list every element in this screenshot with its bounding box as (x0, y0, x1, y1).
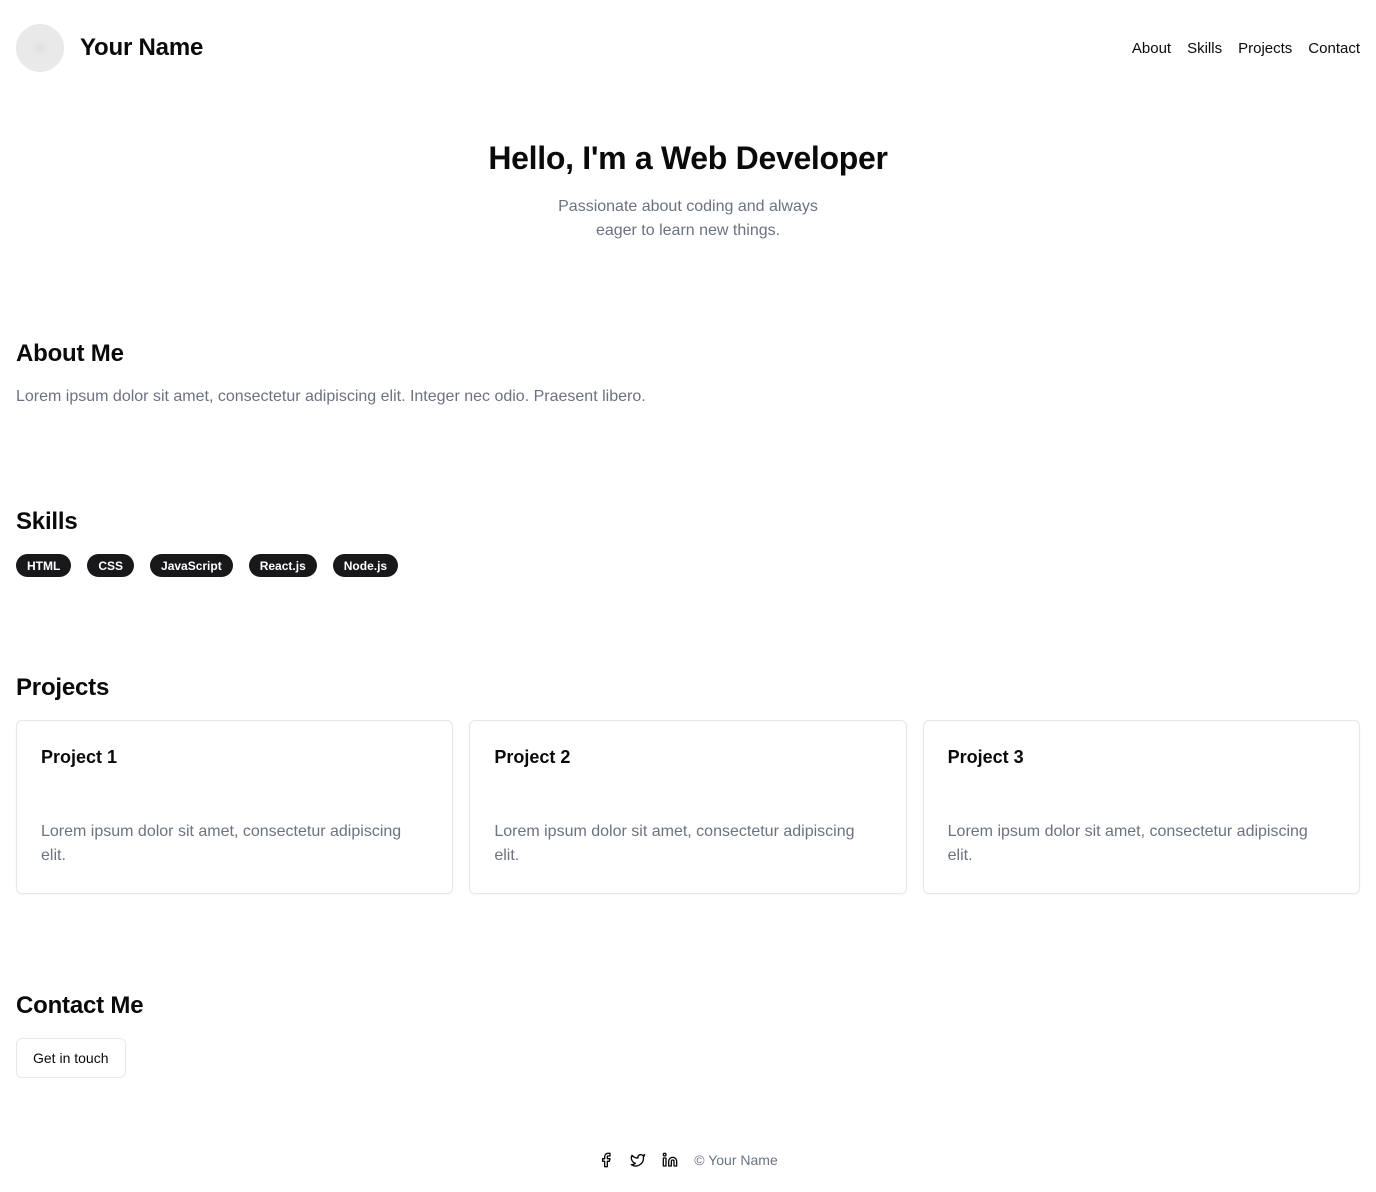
brand: Your Name (16, 24, 203, 72)
projects-section: Projects Project 1 Lorem ipsum dolor sit… (16, 674, 1360, 894)
project-title: Project 1 (41, 747, 118, 767)
project-card: Project 3 Lorem ipsum dolor sit amet, co… (922, 720, 1360, 894)
page: Your Name About Skills Projects Contact … (0, 0, 1376, 1192)
nav-link-projects[interactable]: Projects (1238, 40, 1292, 57)
projects-heading: Projects (16, 674, 110, 701)
hero-section: Hello, I'm a Web Developer Passionate ab… (0, 140, 1376, 243)
project-description: Lorem ipsum dolor sit amet, consectetur … (494, 823, 855, 864)
skills-list: HTML CSS JavaScript React.js Node.js (16, 554, 1360, 577)
get-in-touch-button[interactable]: Get in touch (16, 1038, 126, 1078)
avatar-placeholder (35, 43, 45, 53)
avatar (16, 24, 64, 72)
skill-chip-css: CSS (87, 554, 135, 577)
facebook-icon[interactable] (598, 1152, 614, 1168)
brand-name: Your Name (80, 34, 204, 61)
skill-chip-javascript: JavaScript (150, 554, 233, 577)
project-card: Project 2 Lorem ipsum dolor sit amet, co… (469, 720, 907, 894)
project-description: Lorem ipsum dolor sit amet, consectetur … (41, 823, 402, 864)
hero-subtitle: Passionate about coding and always eager… (558, 198, 818, 239)
contact-section: Contact Me Get in touch (16, 992, 1360, 1078)
hero-title: Hello, I'm a Web Developer (488, 140, 888, 176)
skill-chip-reactjs: React.js (248, 554, 317, 577)
nav-link-contact[interactable]: Contact (1308, 40, 1360, 57)
skills-heading: Skills (16, 508, 78, 535)
skill-chip-nodejs: Node.js (332, 554, 399, 577)
copyright-text: © Your Name (694, 1152, 778, 1168)
about-text: Lorem ipsum dolor sit amet, consectetur … (16, 388, 646, 405)
nav-link-about[interactable]: About (1132, 40, 1171, 57)
project-cards: Project 1 Lorem ipsum dolor sit amet, co… (16, 720, 1360, 894)
project-description: Lorem ipsum dolor sit amet, consectetur … (947, 823, 1308, 864)
site-header: Your Name About Skills Projects Contact (16, 24, 1360, 72)
about-section: About Me Lorem ipsum dolor sit amet, con… (16, 340, 1360, 406)
project-title: Project 2 (494, 747, 571, 767)
project-card: Project 1 Lorem ipsum dolor sit amet, co… (16, 720, 454, 894)
project-title: Project 3 (947, 747, 1024, 767)
skill-chip-html: HTML (16, 554, 72, 577)
nav-link-skills[interactable]: Skills (1187, 40, 1222, 57)
main-nav: About Skills Projects Contact (1132, 40, 1360, 57)
about-heading: About Me (16, 340, 124, 367)
site-footer: © Your Name (0, 1148, 1376, 1172)
skills-section: Skills HTML CSS JavaScript React.js Node… (16, 508, 1360, 577)
linkedin-icon[interactable] (662, 1152, 678, 1168)
contact-heading: Contact Me (16, 992, 144, 1019)
twitter-icon[interactable] (630, 1152, 646, 1168)
